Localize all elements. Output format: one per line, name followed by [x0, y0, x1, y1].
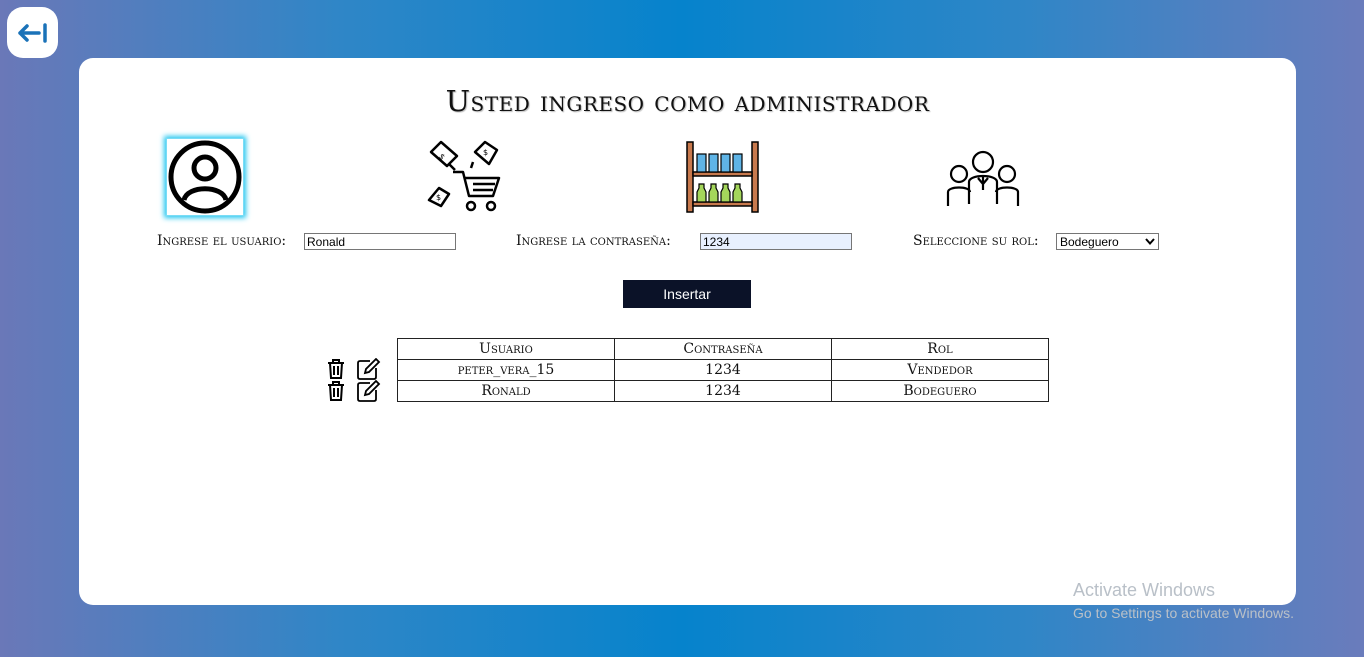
trash-icon[interactable] [325, 358, 347, 380]
cell-contrasena: 1234 [614, 359, 832, 381]
watermark-title: Activate Windows [1073, 580, 1216, 600]
shelf-icon [685, 140, 760, 214]
table-row: peter_vera_15 1234 Vendedor [397, 359, 1049, 381]
cell-usuario: peter_vera_15 [397, 359, 615, 381]
column-header-contrasena: Contraseña [614, 338, 832, 360]
password-input[interactable] [700, 233, 852, 250]
cell-usuario: Ronald [397, 380, 615, 402]
svg-text:$: $ [483, 148, 488, 157]
chevron-down-icon [1145, 238, 1155, 245]
edit-pencil-icon[interactable] [357, 358, 381, 380]
windows-activation-watermark: Activate Windows Go to Settings to activ… [1073, 580, 1294, 621]
user-avatar-icon [166, 138, 244, 216]
column-header-rol: Rol [831, 338, 1049, 360]
shopping-cart-icon: $ $ $ [427, 138, 501, 214]
action-row [325, 380, 385, 402]
users-table: Usuario Contraseña Rol peter_vera_15 123… [397, 338, 1049, 402]
people-group-icon [945, 146, 1021, 210]
password-label: Ingrese la contraseña: [516, 233, 671, 249]
page-title: Usted ingreso como administrador [445, 84, 930, 118]
column-header-usuario: Usuario [397, 338, 615, 360]
back-arrow-icon [17, 22, 47, 43]
role-select[interactable]: Bodeguero [1056, 233, 1159, 250]
edit-pencil-icon[interactable] [357, 380, 381, 402]
table-header-row: Usuario Contraseña Rol [397, 338, 1049, 360]
role-label: Seleccione su rol: [913, 233, 1039, 249]
table-row: Ronald 1234 Bodeguero [397, 380, 1049, 402]
svg-text:$: $ [436, 193, 441, 202]
trash-icon[interactable] [325, 380, 347, 402]
user-label: Ingrese el usuario: [157, 233, 287, 249]
watermark-subtitle: Go to Settings to activate Windows. [1073, 605, 1294, 621]
svg-text:$: $ [437, 152, 447, 162]
admin-card: Usted ingreso como administrador $ $ $ I… [79, 58, 1296, 605]
cell-rol: Bodeguero [831, 380, 1049, 402]
cell-contrasena: 1234 [614, 380, 832, 402]
cell-rol: Vendedor [831, 359, 1049, 381]
insert-button[interactable]: Insertar [623, 280, 751, 308]
role-select-value: Bodeguero [1060, 234, 1119, 249]
back-button[interactable] [7, 7, 58, 58]
action-row [325, 358, 385, 380]
user-input[interactable] [304, 233, 456, 250]
row-actions [325, 358, 385, 402]
